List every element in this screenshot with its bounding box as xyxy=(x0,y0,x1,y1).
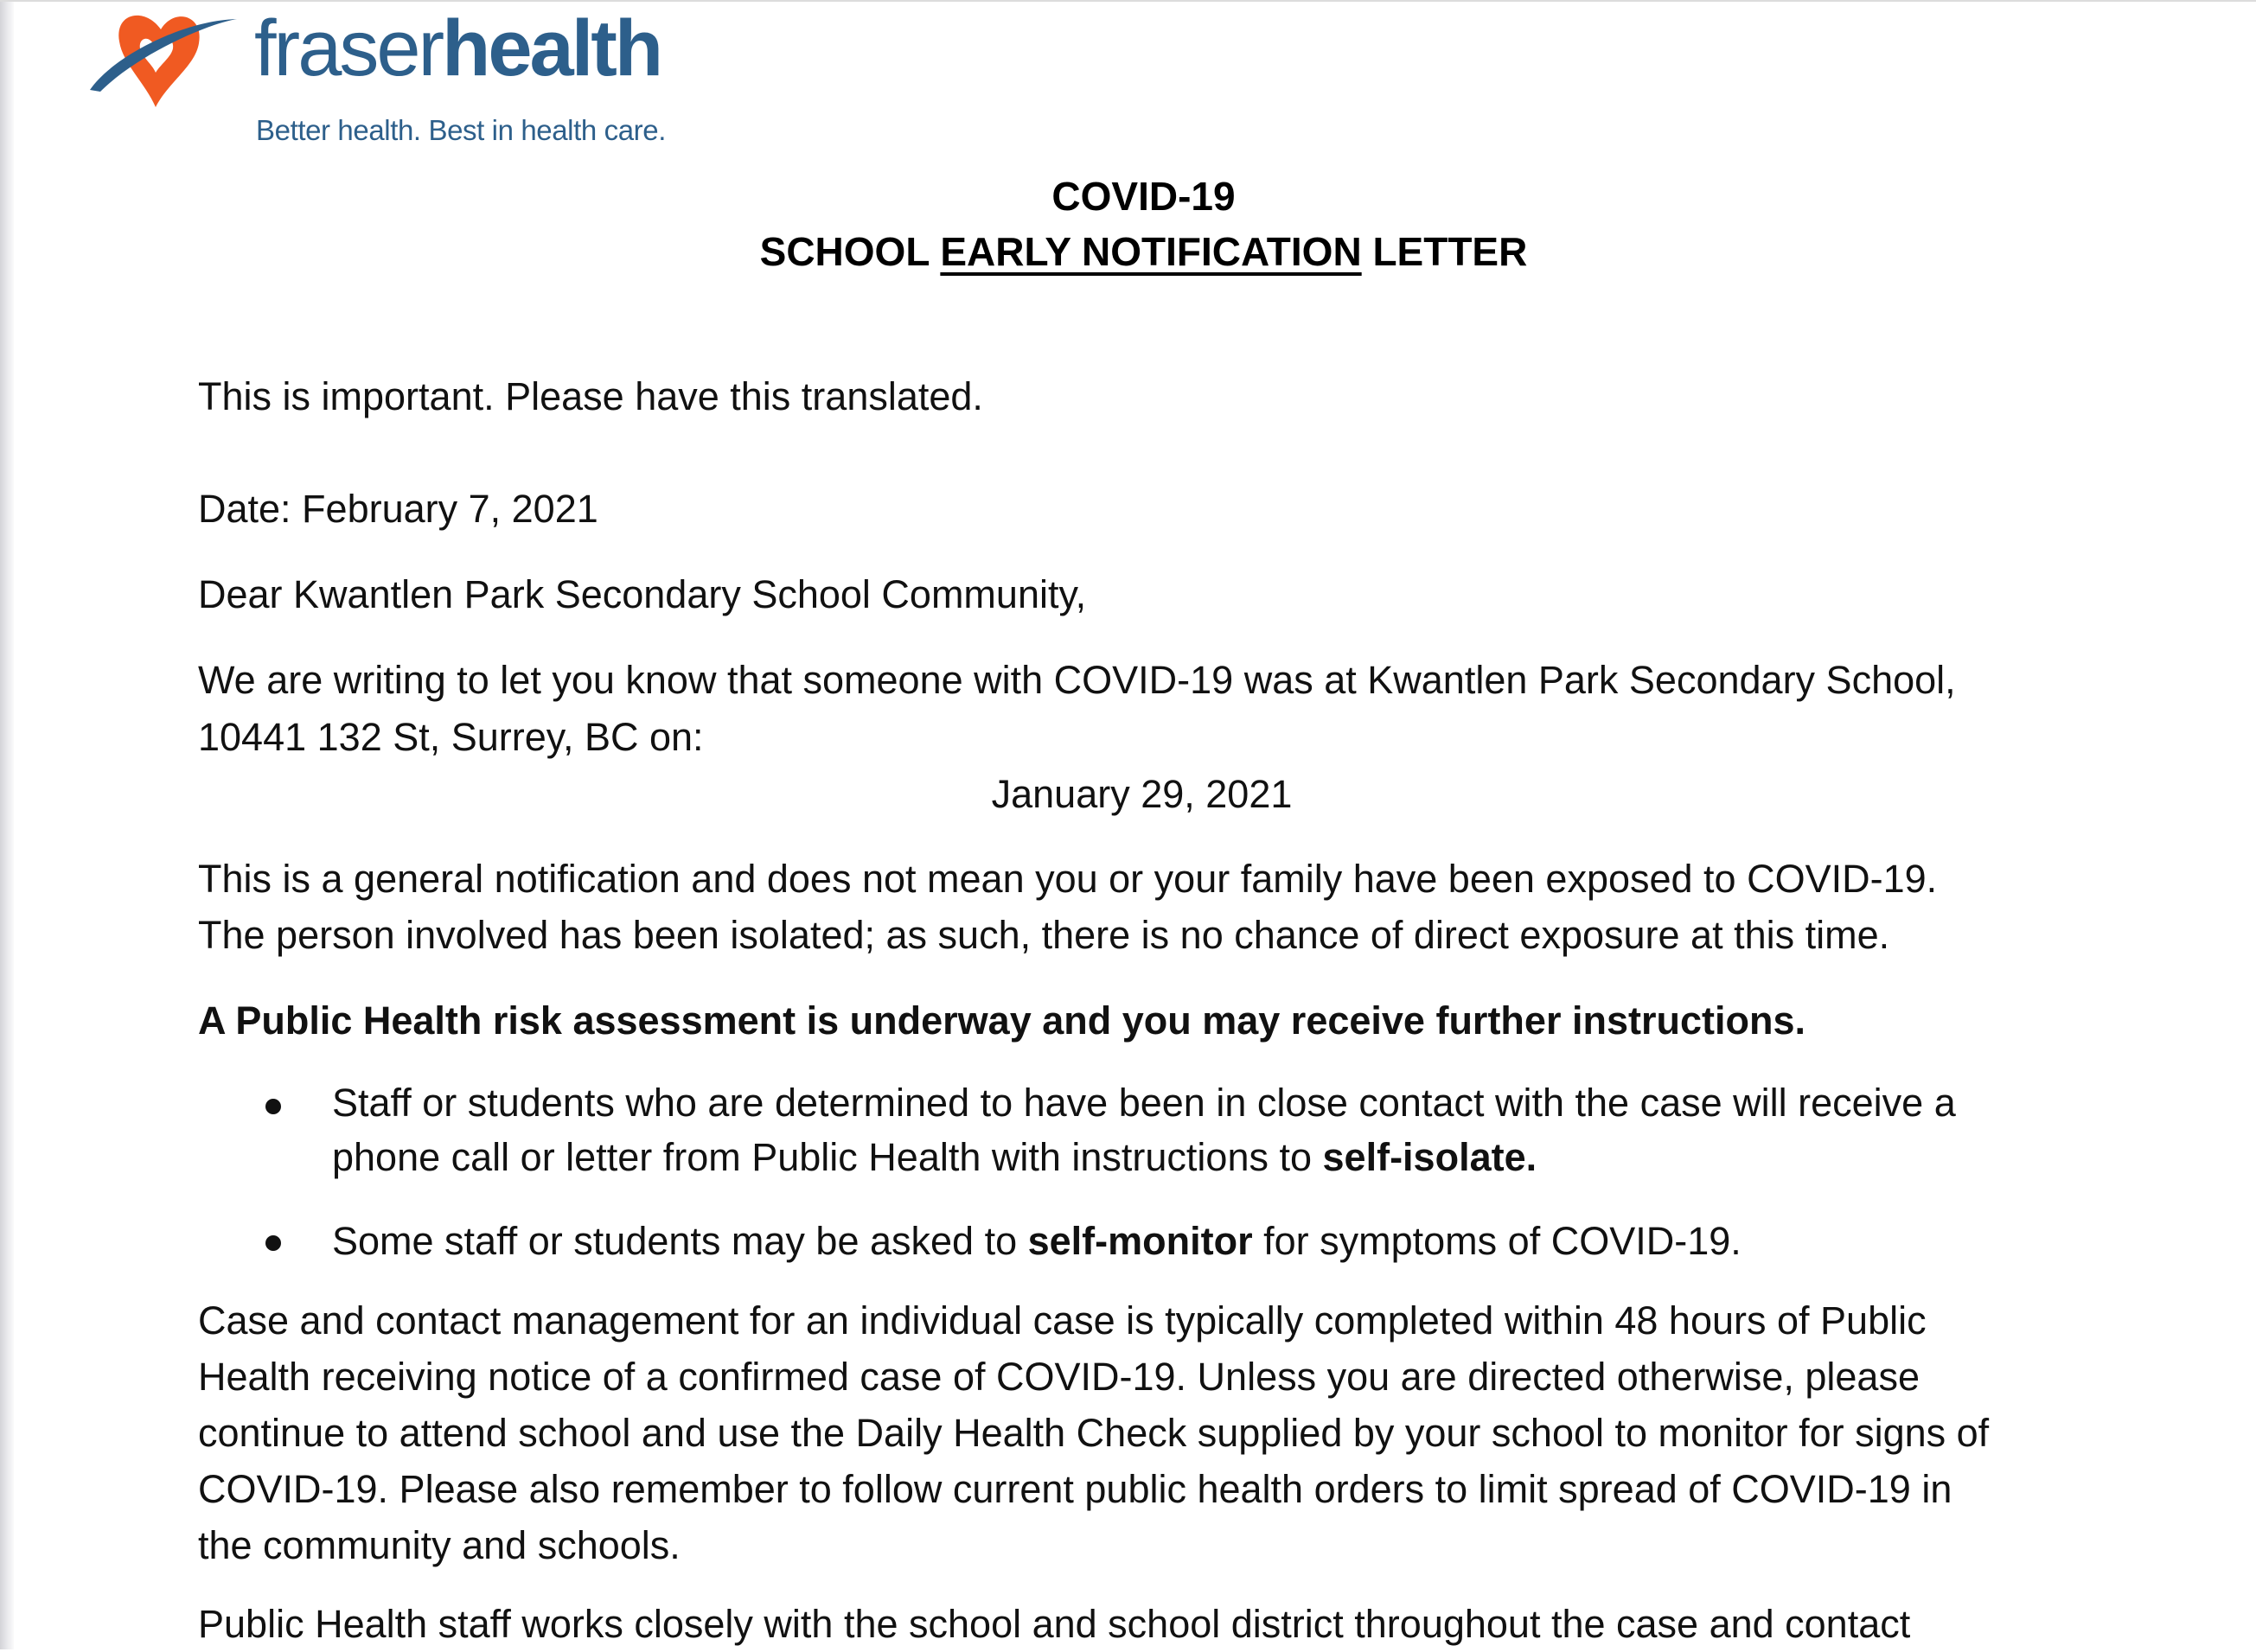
exposure-date: January 29, 2021 xyxy=(991,772,1293,816)
paragraph-line: Health receiving notice of a confirmed c… xyxy=(198,1355,1920,1399)
intro-line-1: We are writing to let you know that some… xyxy=(198,658,1956,702)
title-suffix: LETTER xyxy=(1361,229,1528,274)
fraser-health-logo: fraserhealth Better health. Best in heal… xyxy=(85,3,666,152)
paragraph-line: continue to attend school and use the Da… xyxy=(198,1411,1990,1455)
paragraph-line: the community and schools. xyxy=(198,1523,681,1567)
salutation: Dear Kwantlen Park Secondary School Comm… xyxy=(198,572,1087,616)
assessment-note: A Public Health risk assessment is under… xyxy=(198,998,1805,1043)
letter-title-covid: COVID-19 xyxy=(1051,174,1236,219)
bullet-self-monitor: Some staff or students may be asked to s… xyxy=(332,1219,1742,1263)
bullet-close-contact: Staff or students who are determined to … xyxy=(332,1075,2148,1184)
general-line-2: The person involved has been isolated; a… xyxy=(198,913,1890,957)
general-line-1: This is a general notification and does … xyxy=(198,857,1938,901)
letter-title: SCHOOL EARLY NOTIFICATION LETTER xyxy=(16,232,2256,271)
bullet-line: phone call or letter from Public Health … xyxy=(332,1135,1537,1179)
logo-wordmark: fraserhealth xyxy=(254,4,663,92)
letter-page: fraserhealth Better health. Best in heal… xyxy=(0,0,2256,1649)
bullet-dot xyxy=(265,1235,281,1251)
letter-date: Date: February 7, 2021 xyxy=(198,487,598,531)
bullet-line: Staff or students who are determined to … xyxy=(332,1081,1956,1125)
closing-paragraph-partial: Public Health staff works closely with t… xyxy=(198,1602,1911,1646)
bullet-dot xyxy=(265,1099,281,1114)
paragraph-line: COVID-19. Please also remember to follow… xyxy=(198,1467,1952,1511)
paragraph-line: Case and contact management for an indiv… xyxy=(198,1298,1927,1343)
logo-tagline: Better health. Best in health care. xyxy=(256,114,666,146)
title-prefix: SCHOOL xyxy=(759,229,941,274)
title-underlined: EARLY NOTIFICATION xyxy=(940,229,1362,274)
heart-swoosh-icon xyxy=(90,15,237,107)
intro-line-2: 10441 132 St, Surrey, BC on: xyxy=(198,715,704,759)
case-management-paragraph: Case and contact management for an indiv… xyxy=(198,1292,2178,1573)
translate-note: This is important. Please have this tran… xyxy=(198,374,983,418)
